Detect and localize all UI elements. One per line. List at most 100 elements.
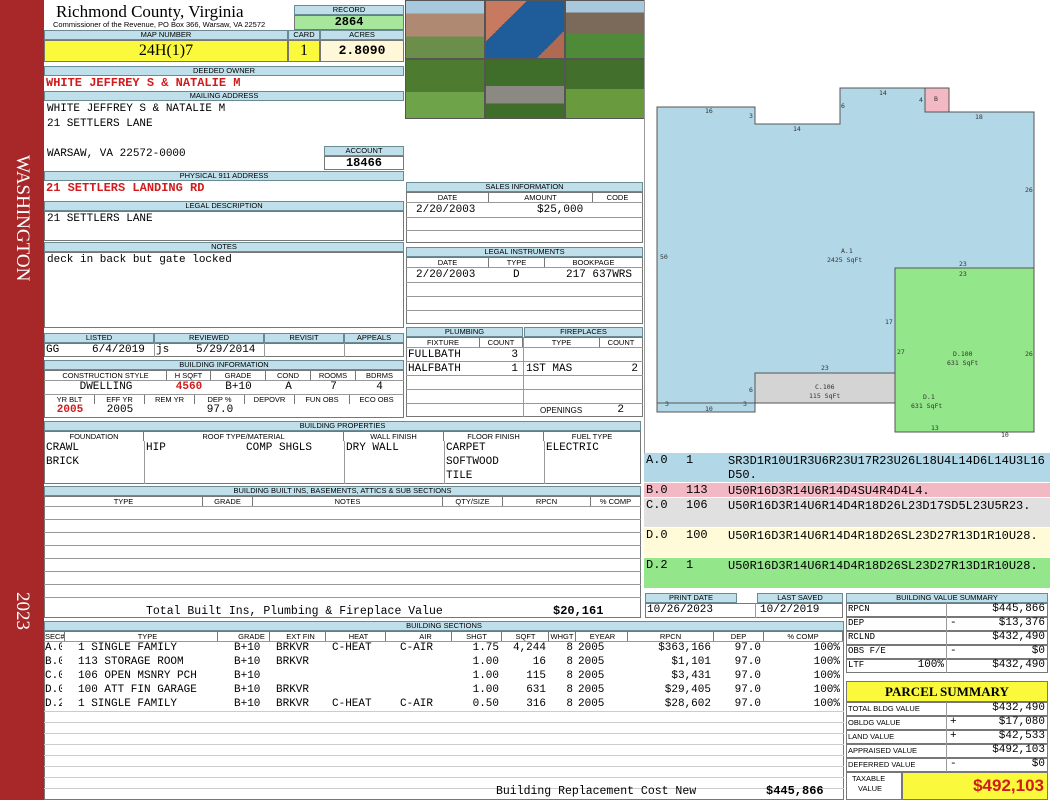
- section-cell: 8: [566, 670, 573, 682]
- section-cell: D.2: [45, 698, 62, 710]
- dim-26-a: 26: [1025, 186, 1033, 194]
- fireplaces-label: FIREPLACES: [524, 327, 643, 337]
- parcel-summary-label: LAND VALUE: [848, 732, 895, 741]
- parcel-summary-amount: $42,533: [998, 730, 1045, 742]
- floor-finish-header: FLOOR FINISH: [444, 432, 544, 441]
- fixture-header: FIXTURE: [407, 338, 480, 347]
- building-properties-label: BUILDING PROPERTIES: [44, 421, 641, 431]
- yard-photo: [405, 59, 485, 119]
- dim-3-c: 3: [743, 400, 747, 408]
- builtin-notes-header: NOTES: [253, 497, 443, 506]
- dim-23-a: 23: [959, 260, 967, 268]
- section-cell: 8: [566, 642, 573, 654]
- sales-date-header: DATE: [407, 193, 489, 202]
- instr-date-header: DATE: [407, 258, 489, 267]
- revisit-header: REVISIT: [264, 333, 344, 343]
- section-cell: 97.0: [734, 670, 761, 682]
- parcel-summary-amount: $432,490: [992, 702, 1045, 714]
- section-cell: 16: [532, 656, 546, 668]
- dim-6: 6: [841, 102, 845, 110]
- yr-blt-header: YR BLT: [45, 395, 95, 404]
- vector-number: 113: [686, 484, 708, 497]
- section-cell: 1.00: [472, 684, 499, 696]
- parcel-summary-sign: +: [950, 730, 957, 742]
- dim-26-b: 26: [1025, 350, 1033, 358]
- side-year: 2023: [12, 592, 33, 630]
- pool-photo: [485, 0, 565, 59]
- sketch-panel: 16 3 6 14 4 18 14 26 50 23 23 17 27 26 2…: [644, 0, 1050, 453]
- builtin-rpcn-header: RPCN: [503, 497, 591, 506]
- section-header-1: TYPE: [78, 632, 218, 641]
- bdrms-value: 4: [376, 381, 383, 393]
- section-header-8: WHGT: [549, 632, 576, 641]
- section-header-5: AIR: [400, 632, 452, 641]
- value-summary-label: RCLND: [848, 632, 876, 642]
- roof-header: ROOF TYPE/MATERIAL: [144, 432, 344, 441]
- record-value: 2864: [294, 15, 404, 30]
- vector-code-row: D.2 1 U50R16D3R14U6R14D4R18D26SL23D27R13D1…: [644, 558, 1050, 589]
- sketch-label-d: D.100: [953, 350, 973, 358]
- instr-bookpage-header: BOOKPAGE: [572, 258, 615, 267]
- vector-section: C.0: [646, 499, 668, 512]
- vector-code: U50R16D3R14U6R14D4R18D26L23D17SD5L23U5R2…: [728, 499, 1031, 513]
- section-cell: B+10: [234, 684, 261, 696]
- building-sketch: 16 3 6 14 4 18 14 26 50 23 23 17 27 26 2…: [656, 87, 1035, 439]
- section-cell: 1.75: [472, 642, 499, 654]
- instr-date-value: 2/20/2003: [416, 269, 476, 281]
- building-sections-label: BUILDING SECTIONS: [44, 621, 844, 631]
- section-cell: 2005: [578, 670, 605, 682]
- replacement-cost-label: Building Replacement Cost New: [496, 785, 697, 798]
- section-cell: BRKVR: [276, 684, 310, 696]
- listed-by: GG: [46, 344, 60, 356]
- sales-amount-value: $25,000: [537, 204, 584, 216]
- vector-number: 1: [686, 454, 694, 467]
- last-saved-label: LAST SAVED: [757, 593, 843, 603]
- floor-finish-2: SOFTWOOD: [446, 456, 499, 468]
- cond-value: A: [285, 381, 292, 393]
- section-header-3: EXT FIN: [276, 632, 326, 641]
- acres-label: ACRES: [320, 30, 404, 40]
- hsqft-header: H SQFT: [167, 371, 211, 380]
- taxable-value: $492,103: [902, 772, 1048, 800]
- sketch-area-c: 115 SqFt: [809, 392, 840, 400]
- cond-header: COND: [266, 371, 311, 380]
- foundation-header: FOUNDATION: [45, 432, 144, 441]
- section-cell: 0.50: [472, 698, 499, 710]
- value-summary-amount: $432,490: [992, 659, 1045, 671]
- dim-10-b: 10: [1001, 431, 1009, 439]
- section-cell: 106 OPEN MSNRY PCH: [78, 670, 197, 682]
- building-value-summary-label: BUILDING VALUE SUMMARY: [846, 593, 1048, 603]
- mailing-line-2: 21 SETTLERS LANE: [47, 118, 153, 130]
- section-header-9: EYEAR: [578, 632, 628, 641]
- instr-type-header: TYPE: [489, 258, 545, 267]
- fuel-type-value: ELECTRIC: [546, 442, 599, 454]
- section-cell: BRKVR: [276, 642, 310, 654]
- section-cell: 1.00: [472, 656, 499, 668]
- section-header-6: SHGT: [452, 632, 502, 641]
- section-cell: 100%: [813, 656, 840, 668]
- section-cell: 113 STORAGE ROOM: [78, 656, 184, 668]
- builtin-qty-header: QTY/SIZE: [443, 497, 503, 506]
- floor-finish-1: CARPET: [446, 442, 486, 454]
- section-header-7: SQFT: [503, 632, 549, 641]
- sketch-area-d: 631 SqFt: [947, 359, 978, 367]
- vector-number: 106: [686, 499, 708, 512]
- side-bar: WASHINGTON 2023: [0, 0, 44, 800]
- dim-10: 10: [705, 405, 713, 413]
- section-cell: B+10: [234, 670, 261, 682]
- vector-section: B.0: [646, 484, 668, 497]
- section-cell: 115: [526, 670, 546, 682]
- taxable-label-1: TAXABLE: [852, 774, 886, 783]
- section-header-10: RPCN: [628, 632, 714, 641]
- vector-code-row: A.0 1 SR3D1R10U1R3U6R23U17R23U26L18U4L14D6…: [644, 453, 1050, 483]
- section-cell: 97.0: [734, 656, 761, 668]
- section-cell: A.0: [45, 642, 62, 654]
- rem-yr-header: REM YR: [145, 395, 195, 404]
- dim-14-a: 14: [879, 89, 887, 97]
- grade-value: B+10: [225, 381, 252, 393]
- section-cell: 8: [566, 698, 573, 710]
- dim-50: 50: [660, 253, 668, 261]
- bdrms-header: BDRMS: [365, 371, 394, 380]
- hsqft-value: 4560: [175, 381, 203, 393]
- value-summary-amount: $432,490: [992, 631, 1045, 643]
